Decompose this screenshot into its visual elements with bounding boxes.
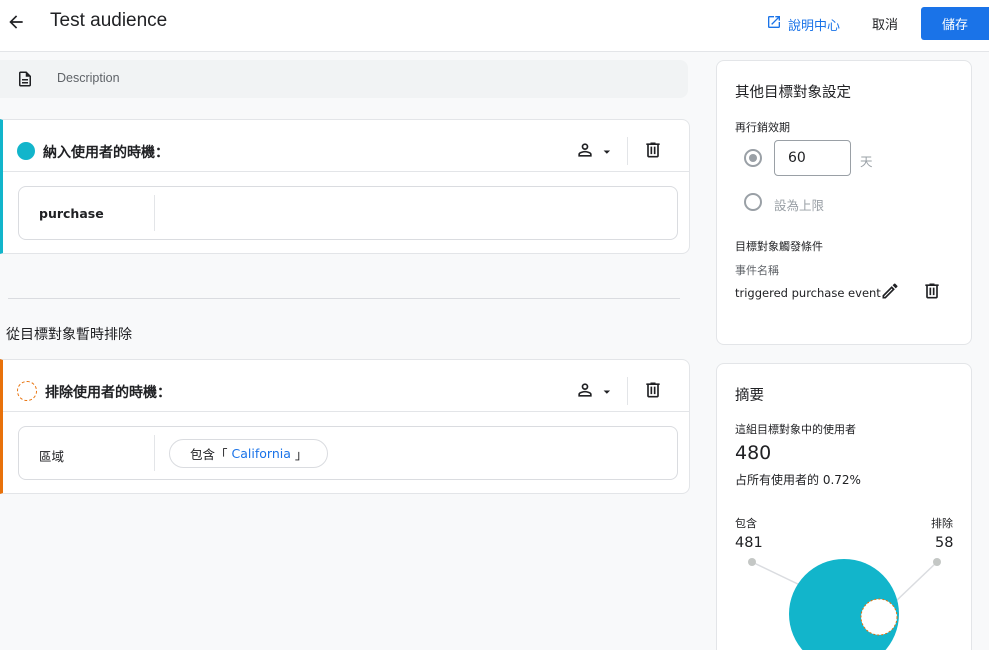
audience-settings-panel: 其他目標對象設定 再行銷效期 天 設為上限 目標對象觸發條件 事件名稱 trig…	[716, 60, 972, 345]
exclude-indicator-icon	[17, 381, 37, 401]
condition-value-chip[interactable]: 包含「 California 」	[169, 439, 329, 468]
max-duration-label: 設為上限	[774, 198, 825, 213]
header-divider	[627, 377, 628, 405]
exclude-condition-row[interactable]: 區域 包含「 California 」	[18, 426, 678, 480]
help-center-label: 說明中心	[788, 18, 841, 34]
event-name-label: 事件名稱	[735, 264, 779, 277]
include-scope-dropdown[interactable]	[575, 140, 613, 164]
dropdown-arrow-icon	[601, 383, 613, 402]
include-indicator-icon	[17, 142, 35, 160]
trash-icon[interactable]	[643, 140, 663, 164]
exclude-condition-card: 排除使用者的時機： 區域 包含「 California 」	[0, 359, 690, 494]
exclude-circle	[860, 598, 898, 636]
description-placeholder: Description	[57, 71, 120, 85]
include-card-title: 納入使用者的時機：	[43, 145, 169, 161]
settings-title: 其他目標對象設定	[735, 85, 851, 101]
top-bar: Test audience 說明中心 取消 儲存	[0, 0, 989, 52]
exclude-card-title: 排除使用者的時機：	[45, 385, 171, 401]
save-button[interactable]: 儲存	[921, 7, 989, 40]
duration-unit: 天	[860, 154, 873, 169]
section-divider	[8, 298, 680, 299]
description-field[interactable]: Description	[0, 60, 688, 98]
help-center-link[interactable]: 說明中心	[766, 14, 840, 34]
include-leader-line	[751, 561, 803, 587]
overlap-diagram	[748, 558, 941, 650]
document-icon	[16, 69, 34, 93]
person-icon	[575, 380, 595, 404]
page-title: Test audience	[50, 10, 168, 31]
condition-divider	[154, 435, 155, 471]
include-condition-card: 納入使用者的時機： purchase	[0, 119, 690, 254]
arrow-back-icon[interactable]	[6, 12, 26, 32]
event-name-value: triggered purchase event	[735, 286, 881, 300]
include-card-header: 納入使用者的時機：	[3, 120, 689, 172]
open-in-new-icon	[766, 14, 782, 34]
trash-icon[interactable]	[922, 281, 942, 305]
person-icon	[575, 140, 595, 164]
trigger-heading: 目標對象觸發條件	[735, 240, 823, 253]
condition-event-label: purchase	[39, 206, 104, 221]
users-in-audience-label: 這組目標對象中的使用者	[735, 423, 856, 436]
max-duration-radio[interactable]	[744, 193, 762, 211]
trash-icon[interactable]	[643, 380, 663, 404]
chip-suffix: 」	[294, 447, 308, 462]
users-count: 480	[735, 442, 772, 464]
cancel-button[interactable]: 取消	[872, 14, 898, 33]
membership-duration-label: 再行銷效期	[735, 121, 790, 134]
include-condition-row[interactable]: purchase	[18, 186, 678, 240]
exclude-card-header: 排除使用者的時機：	[3, 360, 689, 412]
chip-value: California	[231, 446, 291, 461]
header-divider	[627, 137, 628, 165]
users-percent: 占所有使用者的 0.72%	[735, 473, 861, 487]
chip-prefix: 包含「	[190, 447, 228, 462]
exclude-leader-line	[894, 561, 938, 603]
pencil-icon[interactable]	[880, 281, 900, 305]
dropdown-arrow-icon	[601, 143, 613, 162]
duration-input[interactable]	[774, 140, 851, 176]
summary-panel: 摘要 這組目標對象中的使用者 480 占所有使用者的 0.72% 包含 排除 4…	[716, 363, 972, 650]
include-marker	[748, 558, 756, 566]
summary-title: 摘要	[735, 388, 764, 404]
condition-dimension-label: 區域	[39, 449, 65, 464]
exclude-scope-dropdown[interactable]	[575, 380, 613, 404]
exclude-marker	[933, 558, 941, 566]
condition-divider	[154, 195, 155, 231]
exclude-section-heading: 從目標對象暫時排除	[6, 327, 132, 343]
duration-radio[interactable]	[744, 149, 762, 167]
